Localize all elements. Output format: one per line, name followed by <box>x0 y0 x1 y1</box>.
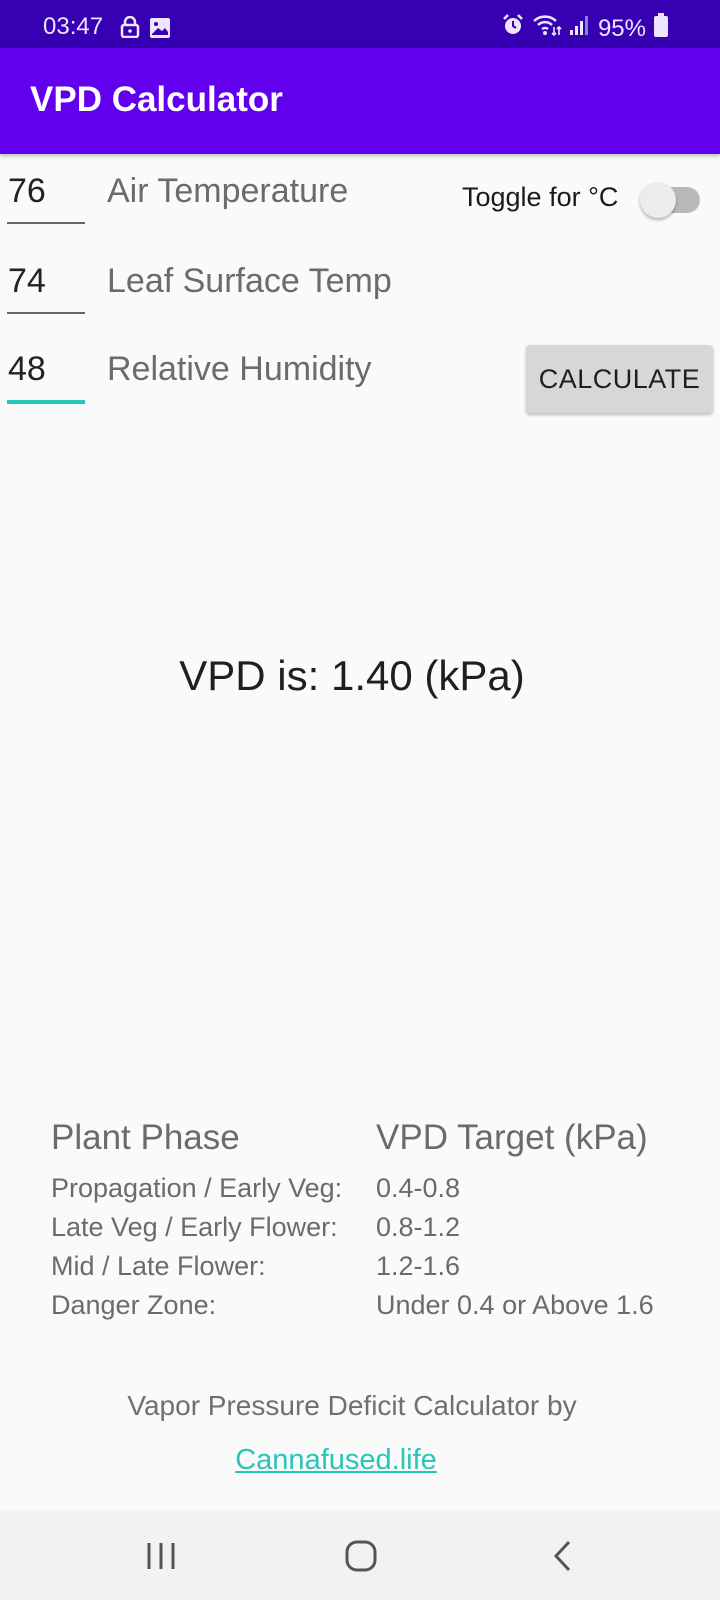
status-bar: 03:47 95% <box>0 0 720 48</box>
home-icon <box>345 1540 377 1572</box>
battery-icon <box>654 13 668 44</box>
table-row-target: 0.4-0.8 <box>376 1173 461 1203</box>
table-row-phase: Mid / Late Flower: <box>51 1251 266 1281</box>
cannafused-link[interactable]: Cannafused.life <box>235 1444 437 1476</box>
table-row-target: 0.8-1.2 <box>376 1212 461 1242</box>
leaf-surface-temp-value[interactable]: 74 <box>7 262 85 301</box>
relative-humidity-value[interactable]: 48 <box>7 350 85 389</box>
vpd-result-text: VPD is: 1.40 (kPa) <box>179 652 525 699</box>
footer-credit: Vapor Pressure Deficit Calculator by <box>0 1390 720 1422</box>
status-icons: 95% <box>502 13 668 44</box>
recent-apps-button[interactable] <box>131 1534 191 1578</box>
celsius-toggle-switch[interactable] <box>640 182 700 218</box>
leaf-surface-temp-input[interactable]: 74 <box>7 262 85 316</box>
relative-humidity-label: Relative Humidity <box>107 350 372 388</box>
table-row-phase: Late Veg / Early Flower: <box>51 1212 338 1242</box>
alarm-icon <box>502 14 524 43</box>
signal-icon <box>569 14 590 43</box>
recent-apps-icon <box>147 1543 175 1569</box>
table-header-phase: Plant Phase <box>51 1118 240 1157</box>
table-row-target: 1.2-1.6 <box>376 1251 461 1281</box>
switch-thumb[interactable] <box>640 182 676 218</box>
app-title: VPD Calculator <box>30 80 283 119</box>
footer-link-container[interactable]: Cannafused.life <box>0 1444 720 1477</box>
app-bar: VPD Calculator <box>0 48 720 154</box>
calculate-button-label: CALCULATE <box>538 363 701 394</box>
air-temperature-underline <box>7 222 85 224</box>
relative-humidity-input[interactable]: 48 <box>7 350 85 406</box>
celsius-toggle-label: Toggle for °C <box>462 182 619 212</box>
lock-icon <box>120 15 140 43</box>
back-icon <box>553 1540 571 1572</box>
footer-credit-text: Vapor Pressure Deficit Calculator by <box>127 1390 577 1421</box>
vpd-result: VPD is: 1.40 (kPa) <box>0 652 720 700</box>
image-icon <box>150 18 170 43</box>
battery-percent: 95% <box>597 14 646 42</box>
leaf-surface-temp-underline <box>7 312 85 314</box>
leaf-surface-temp-label: Leaf Surface Temp <box>107 262 392 300</box>
navigation-bar <box>0 1510 720 1600</box>
air-temperature-label: Air Temperature <box>107 172 349 210</box>
back-button[interactable] <box>533 1534 593 1578</box>
table-row-phase: Danger Zone: <box>51 1290 217 1320</box>
table-header-target: VPD Target (kPa) <box>376 1118 648 1157</box>
home-button[interactable] <box>331 1534 391 1578</box>
calculate-button[interactable]: CALCULATE <box>526 345 713 413</box>
wifi-icon <box>532 13 562 44</box>
air-temperature-value[interactable]: 76 <box>7 172 85 211</box>
table-row-target: Under 0.4 or Above 1.6 <box>376 1290 654 1320</box>
table-row-phase: Propagation / Early Veg: <box>51 1173 343 1203</box>
air-temperature-input[interactable]: 76 <box>7 172 85 226</box>
relative-humidity-underline <box>7 400 85 404</box>
status-time: 03:47 <box>43 13 104 40</box>
